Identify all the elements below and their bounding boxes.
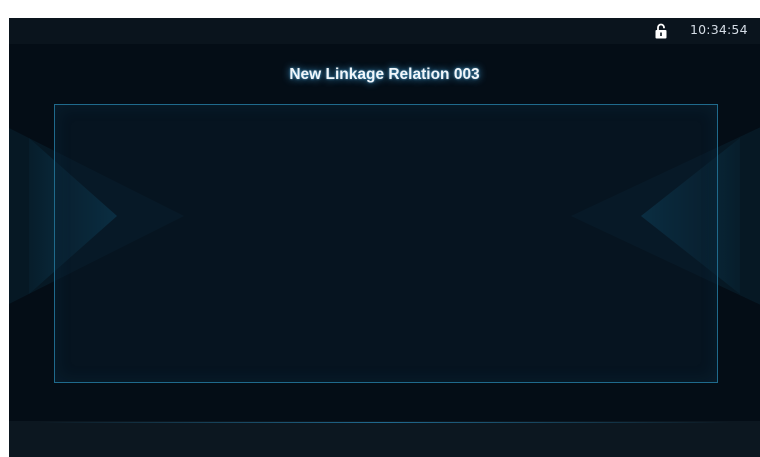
page-title: New Linkage Relation 003 bbox=[289, 66, 480, 83]
device-screen: 10:34:54 New Linkage Relation 003 bbox=[9, 18, 760, 457]
status-bar: 10:34:54 bbox=[9, 18, 760, 44]
clock-time: 10:34:54 bbox=[690, 22, 748, 37]
bottom-bar bbox=[9, 421, 760, 457]
unlocked-padlock-icon[interactable] bbox=[654, 23, 668, 39]
linkage-content-panel[interactable] bbox=[54, 104, 718, 383]
bottom-divider bbox=[39, 422, 730, 423]
